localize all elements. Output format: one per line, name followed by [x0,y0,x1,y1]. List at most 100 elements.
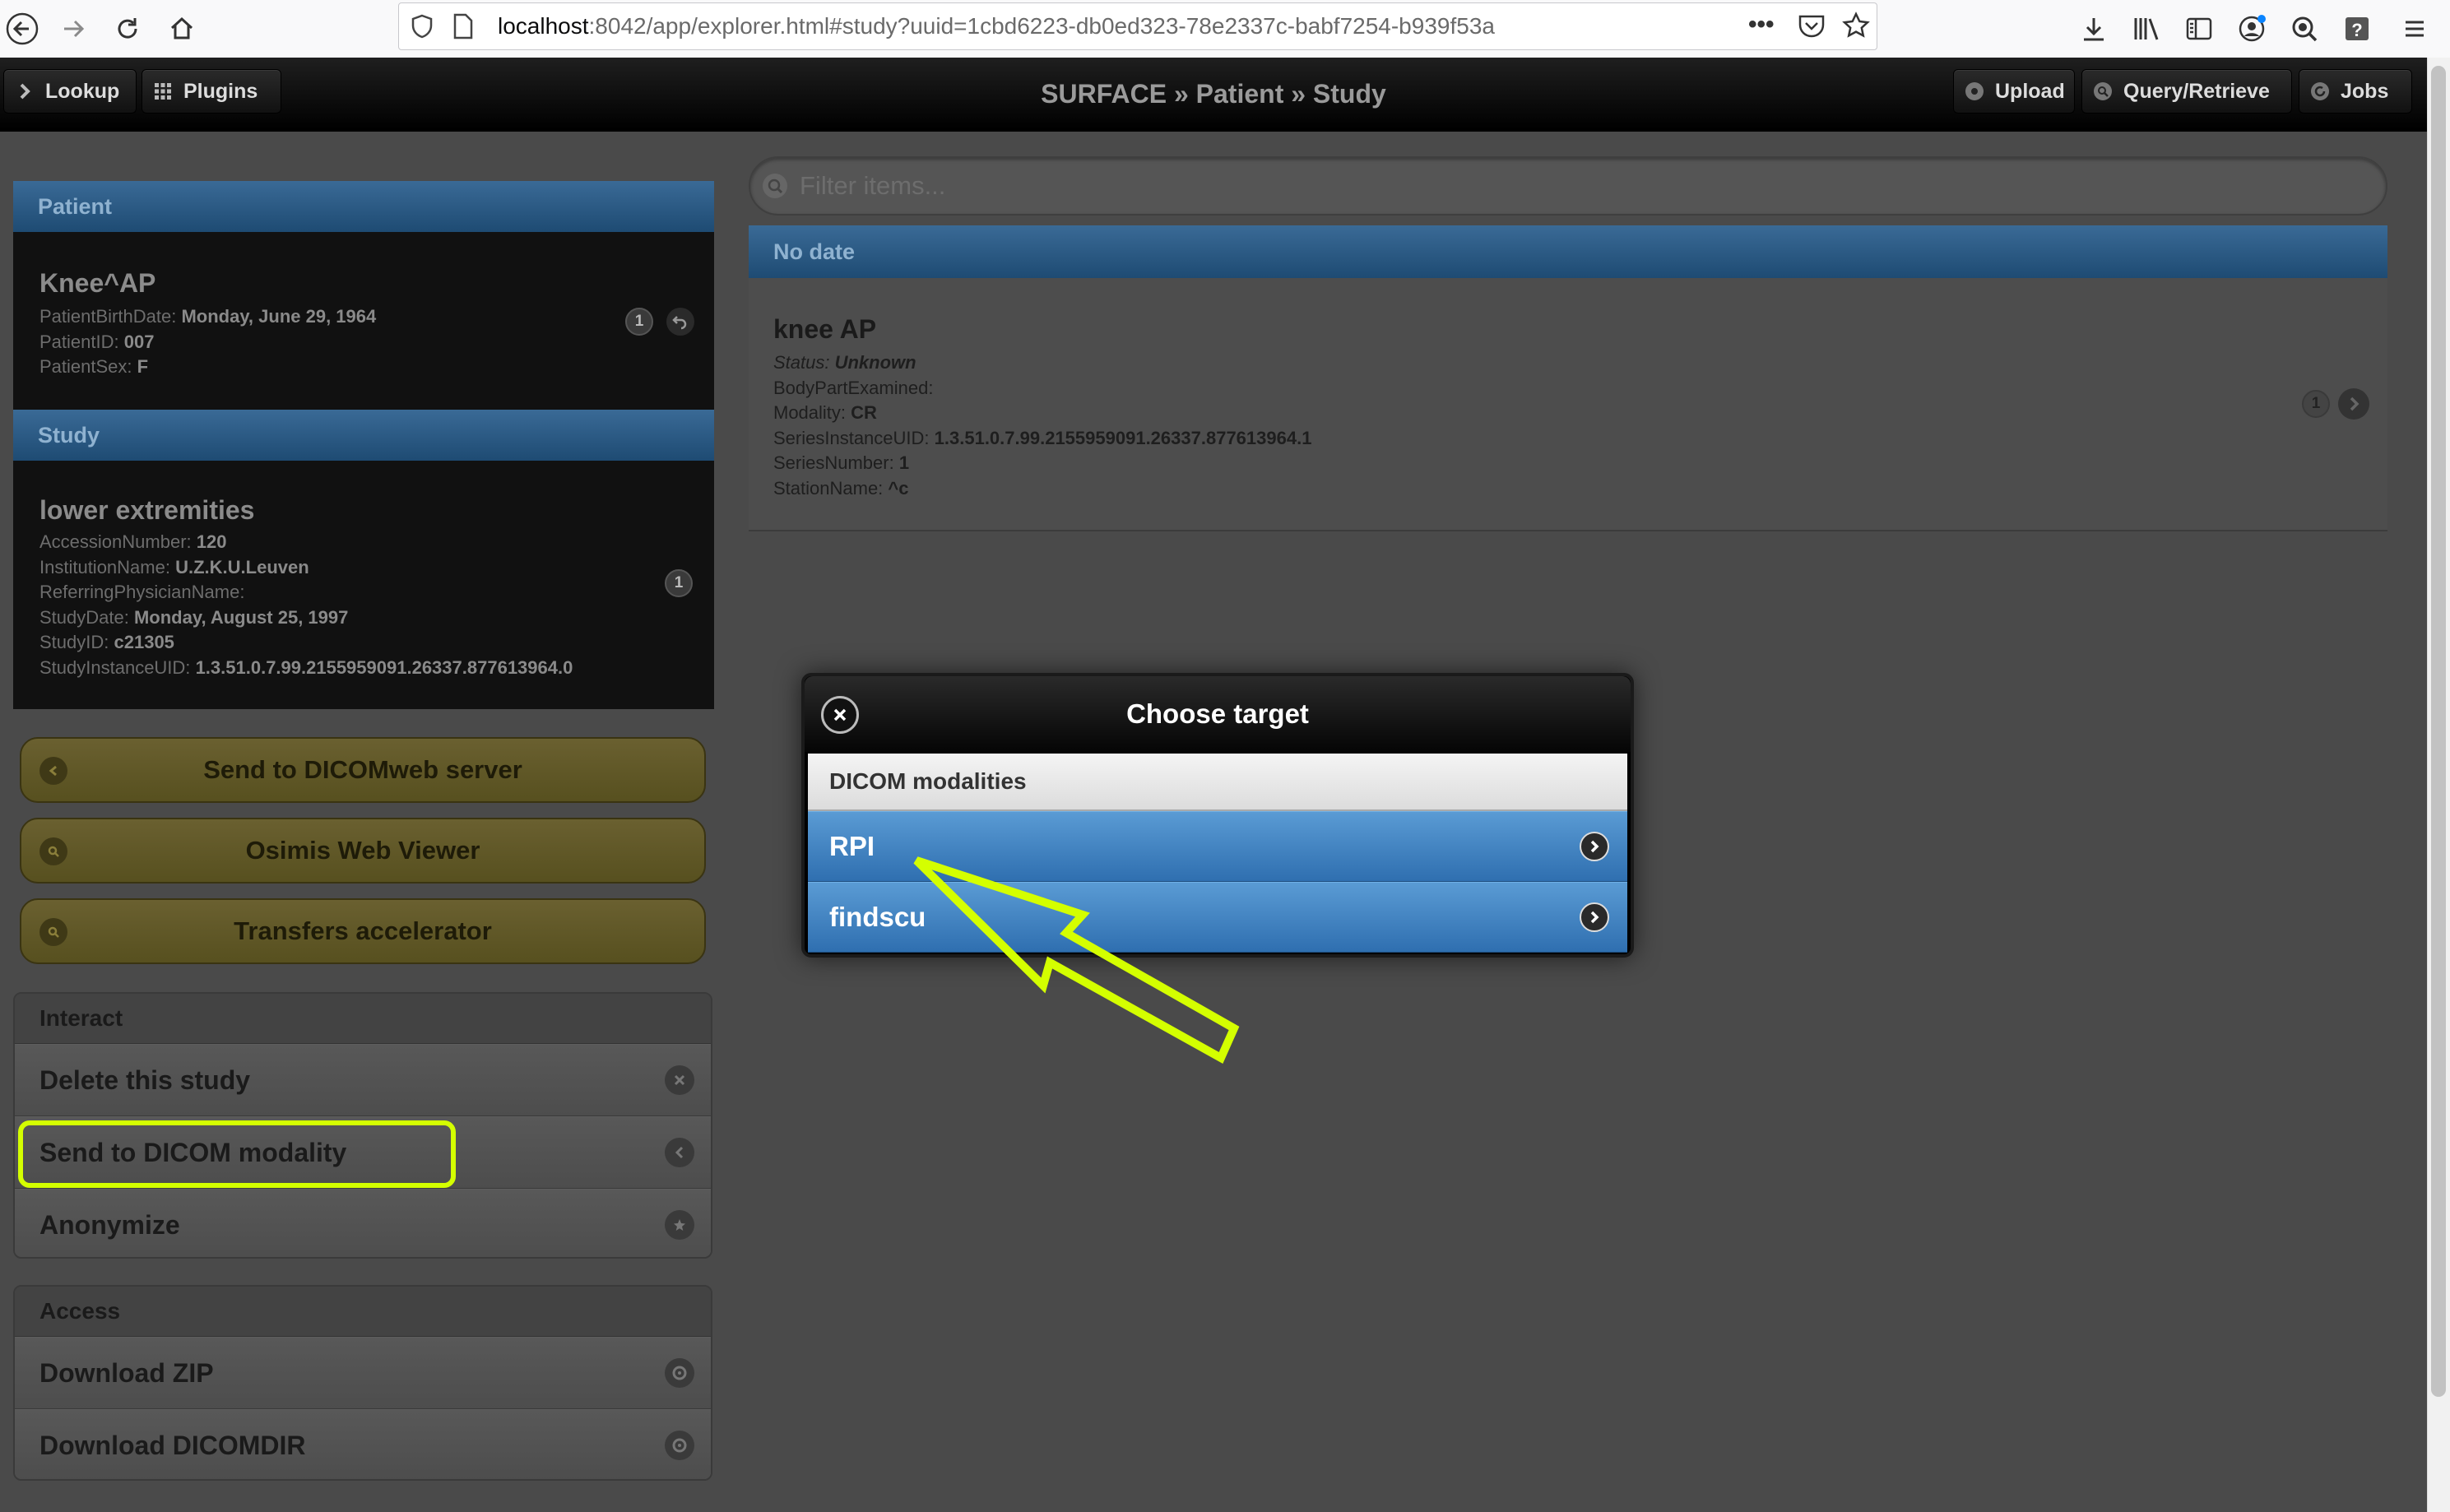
accession-row: AccessionNumber: 120 [39,530,573,555]
patient-section-header: Patient [13,181,714,232]
undo-icon[interactable] [666,308,694,336]
send-to-dicomweb-button[interactable]: Send to DICOMweb server [20,737,706,803]
station-row: StationName: ^c [773,476,1311,502]
series-number-label: SeriesNumber: [773,452,894,473]
app-header: SURFACE » Patient » Study Lookup Plugins… [0,58,2427,132]
help-icon[interactable]: ? [2335,7,2379,51]
plugins-button[interactable]: Plugins [142,69,281,114]
series-uid-value: 1.3.51.0.7.99.2155959091.26337.877613964… [934,427,1312,448]
more-icon[interactable]: ••• [1748,3,1775,49]
anonymize-label: Anonymize [39,1209,180,1240]
series-item[interactable]: knee AP Status: Unknown BodyPartExamined… [749,278,2387,531]
reload-icon[interactable] [105,7,150,51]
patient-info[interactable]: Knee^AP PatientBirthDate: Monday, June 2… [13,232,714,410]
study-meta: AccessionNumber: 120 InstitutionName: U.… [39,530,573,680]
study-name: lower extremities [39,495,255,525]
series-uid-row: SeriesInstanceUID: 1.3.51.0.7.99.2155959… [773,426,1311,452]
star-icon [665,1210,694,1240]
anonymize-item[interactable]: Anonymize [15,1189,711,1257]
chevron-right-icon[interactable] [2338,388,2369,420]
gear-icon [665,1431,694,1460]
patient-sex-value: F [137,356,149,377]
account-icon[interactable] [2230,7,2274,51]
chevron-right-icon [1580,902,1609,932]
patient-name: Knee^AP [39,268,156,298]
physician-label: ReferringPhysicianName: [39,582,245,602]
forward-icon[interactable] [51,7,95,51]
bookmark-star-icon[interactable] [1842,12,1870,39]
grid-icon [152,81,174,102]
browser-toolbar: localhost:8042/app/explorer.html#study?u… [0,0,2450,58]
modality-label: Modality: [773,402,847,423]
download-dicomdir-label: Download DICOMDIR [39,1430,306,1460]
institution-row: InstitutionName: U.Z.K.U.Leuven [39,555,573,581]
series-meta: Status: Unknown BodyPartExamined: Modali… [773,350,1311,501]
query-retrieve-button[interactable]: Query/Retrieve [2081,69,2292,114]
institution-value: U.Z.K.U.Leuven [175,556,309,577]
scrollbar-thumb[interactable] [2431,66,2446,1397]
osimis-viewer-button[interactable]: Osimis Web Viewer [20,818,706,884]
series-status-label: Status: [773,352,830,373]
transfers-accelerator-label: Transfers accelerator [234,916,492,945]
upload-button[interactable]: Upload [1953,69,2075,114]
sidebar-icon[interactable] [2177,7,2221,51]
patient-id-row: PatientID: 007 [39,330,376,355]
dialog-title: Choose target [1126,698,1309,729]
lookup-button[interactable]: Lookup [3,69,137,114]
search-icon [39,918,67,946]
study-section-header: Study [13,410,714,461]
bodypart-row: BodyPartExamined: [773,376,1311,401]
series-status-value: Unknown [834,352,916,373]
send-to-dicomweb-label: Send to DICOMweb server [203,755,522,784]
bodypart-label: BodyPartExamined: [773,377,934,398]
dialog-header: Choose target [805,676,1631,752]
address-bar[interactable]: localhost:8042/app/explorer.html#study?u… [398,2,1877,50]
close-icon[interactable] [821,696,859,734]
delete-study-item[interactable]: Delete this study [15,1044,711,1116]
search-icon [39,837,67,865]
gear-icon [1964,81,1985,102]
home-icon[interactable] [160,7,204,51]
accession-value: 120 [196,531,227,552]
birthdate-value: Monday, June 29, 1964 [181,306,377,327]
download-zip-item[interactable]: Download ZIP [15,1337,711,1409]
patient-sex-row: PatientSex: F [39,355,376,380]
series-number-value: 1 [898,452,910,473]
study-date-row: StudyDate: Monday, August 25, 1997 [39,605,573,631]
shield-icon[interactable] [409,13,435,39]
url-path: :8042/app/explorer.html#study?uuid=1cbd6… [588,13,1495,39]
series-number-row: SeriesNumber: 1 [773,451,1311,476]
series-group-label: No date [773,239,856,264]
search-extension-icon[interactable] [2282,7,2327,51]
svg-text:?: ? [2351,20,2362,40]
transfers-accelerator-button[interactable]: Transfers accelerator [20,898,706,964]
study-id-label: StudyID: [39,632,109,652]
study-id-row: StudyID: c21305 [39,630,573,656]
menu-icon[interactable] [2392,7,2437,51]
modality-row: Modality: CR [773,401,1311,426]
back-icon[interactable] [0,7,44,51]
series-count-badge: 1 [2302,390,2330,418]
institution-label: InstitutionName: [39,556,170,577]
delete-study-label: Delete this study [39,1064,251,1095]
pocket-icon[interactable] [1798,13,1826,39]
library-icon[interactable] [2124,7,2169,51]
annotation-highlight-box [18,1120,456,1188]
download-icon[interactable] [2072,7,2116,51]
series-status-row: Status: Unknown [773,350,1311,376]
annotation-arrow-icon [913,856,1240,1064]
access-list: Access Download ZIP Download DICOMDIR [13,1285,712,1481]
chevron-right-icon [14,81,35,102]
url-host: localhost [498,13,589,39]
url-text[interactable]: localhost:8042/app/explorer.html#study?u… [498,3,1495,49]
study-id-value: c21305 [114,632,174,652]
download-dicomdir-item[interactable]: Download DICOMDIR [15,1409,711,1479]
download-zip-label: Download ZIP [39,1357,214,1388]
dicom-modalities-divider: DICOM modalities [808,754,1627,811]
osimis-viewer-label: Osimis Web Viewer [245,836,480,865]
patient-id-value: 007 [123,331,155,352]
study-info[interactable]: lower extremities AccessionNumber: 120 I… [13,461,714,709]
filter-input[interactable]: Filter items... [749,156,2387,216]
jobs-button[interactable]: Jobs [2299,69,2412,114]
study-uid-label: StudyInstanceUID: [39,656,191,678]
